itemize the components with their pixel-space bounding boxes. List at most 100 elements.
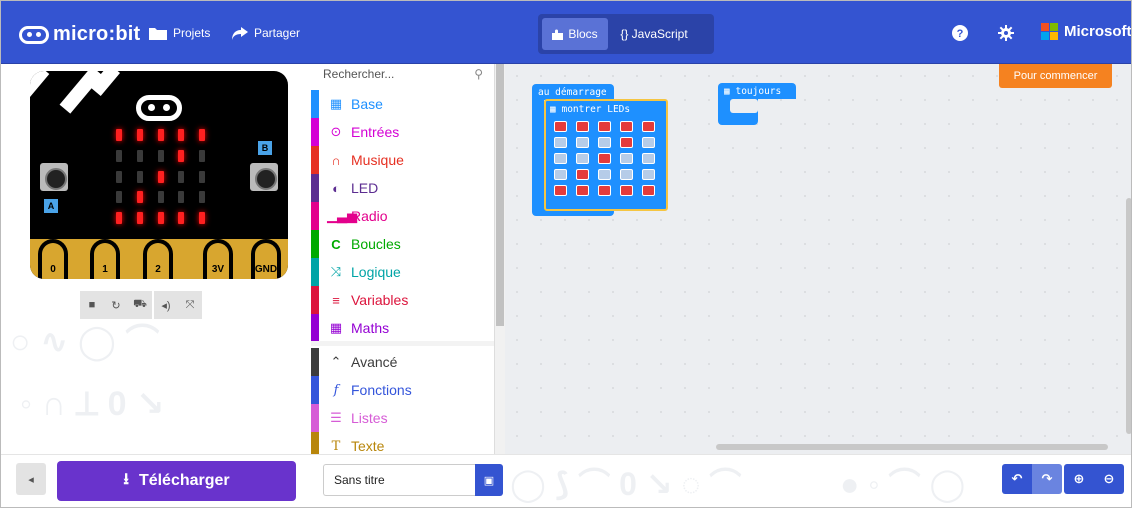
getting-started-button[interactable]: Pour commencer [999,64,1112,88]
download-button[interactable]: ⭳ Télécharger [57,461,296,501]
led-toggle-r1c3[interactable] [620,137,633,148]
microbit-logo[interactable]: micro:bit [19,23,140,46]
category-label: Fonctions [351,382,412,398]
zoom-out-button[interactable]: ⊖ [1094,464,1124,494]
pin-2[interactable]: 2 [143,239,173,279]
share-button[interactable]: Partager [232,26,300,40]
help-icon[interactable]: ? [952,25,968,41]
led-toggle-r2c2[interactable] [598,153,611,164]
redo-icon: ↷ [1041,471,1053,486]
led-toggle-r2c0[interactable] [554,153,567,164]
undo-button[interactable]: ↶ [1002,464,1032,494]
category-lists[interactable]: ☰ Listes [311,404,494,432]
led-editor-grid[interactable] [554,121,664,201]
chevron-up-icon: ⌃ [330,354,342,369]
led-toggle-r0c2[interactable] [598,121,611,132]
led-toggle-r3c4[interactable] [642,169,655,180]
tab-blocks[interactable]: Blocs [542,18,608,50]
workspace-vertical-scrollbar[interactable] [1126,198,1132,434]
pin-gnd[interactable]: GND [251,239,281,279]
led-toggle-r1c0[interactable] [554,137,567,148]
led-toggle-r0c3[interactable] [620,121,633,132]
led-toggle-r0c4[interactable] [642,121,655,132]
led-r3c1 [136,191,143,204]
led-toggle-r1c4[interactable] [642,137,655,148]
button-b-label: B [258,141,272,155]
debug-icon[interactable]: ⛟ [128,291,152,319]
led-toggle-r1c2[interactable] [598,137,611,148]
projects-button[interactable]: Projets [149,26,210,40]
category-advanced[interactable]: ⌃ Avancé [311,348,494,376]
category-text[interactable]: T Texte [311,432,494,454]
led-toggle-r4c4[interactable] [642,185,655,196]
category-math[interactable]: ▦ Maths [311,314,494,342]
led-toggle-r4c0[interactable] [554,185,567,196]
pin-1[interactable]: 1 [90,239,120,279]
category-music[interactable]: ∩ Musique [311,146,494,174]
category-label: Listes [351,410,388,426]
project-name-input[interactable]: Sans titre [323,464,475,496]
toolbox-scroll-thumb[interactable] [496,64,504,326]
button-b[interactable] [250,163,278,191]
pin-3v[interactable]: 3V [203,239,233,279]
led-r3c4 [199,191,206,204]
settings-gear-icon[interactable] [998,25,1014,41]
zoom-in-button[interactable]: ⊕ [1064,464,1094,494]
led-toggle-r0c0[interactable] [554,121,567,132]
category-led[interactable]: ◐ LED [311,174,494,202]
logo-text: micro:bit [53,23,141,45]
toolbox-divider [311,341,494,346]
toolbox-search-input[interactable]: Rechercher... ⚲ [323,67,483,85]
list-icon: ☰ [330,410,342,425]
led-toggle-r3c3[interactable] [620,169,633,180]
category-color-bar [311,230,319,258]
led-toggle-r4c1[interactable] [576,185,589,196]
led-toggle-r3c2[interactable] [598,169,611,180]
led-r4c0 [116,212,122,225]
category-variables[interactable]: ≡ Variables [311,286,494,314]
led-r2c1 [136,170,143,183]
workspace-horizontal-scrollbar[interactable] [716,444,1108,450]
category-logic[interactable]: ⤨ Logique [311,258,494,286]
led-toggle-r1c1[interactable] [576,137,589,148]
restart-icon[interactable]: ↻ [104,291,128,319]
led-toggle-r4c2[interactable] [598,185,611,196]
category-inputs[interactable]: ⊙ Entrées [311,118,494,146]
led-toggle-r3c1[interactable] [576,169,589,180]
redo-button[interactable]: ↷ [1032,464,1062,494]
shuffle-icon: ⤨ [330,264,342,279]
fullscreen-icon[interactable]: ⤧ [178,291,202,319]
microbit-board: A B 0 1 2 3V GND [30,71,288,279]
microsoft-label: Microsoft [1064,23,1132,40]
led-toggle-r2c4[interactable] [642,153,655,164]
led-r2c0 [116,170,122,183]
text-icon: T [331,438,341,454]
mute-icon[interactable]: ◂) [154,291,178,319]
simulator-panel: ○ ∿ ◯ ⌒ ◦ ∩ ⟂ 0 ↘ A B 0 1 2 3V GND ■ ↻ ⛟… [0,64,311,454]
show-leds-block[interactable]: ▦ montrer LEDs [544,99,668,211]
led-toggle-r3c0[interactable] [554,169,567,180]
led-toggle-r0c1[interactable] [576,121,589,132]
led-toggle-r4c3[interactable] [620,185,633,196]
save-button[interactable]: ▣ [475,464,503,496]
button-a[interactable] [40,163,68,191]
category-label: Entrées [351,124,400,140]
collapse-simulator-button[interactable]: ◂ [16,463,46,495]
on-start-block[interactable]: au démarrage [532,84,614,100]
top-menu-bar: micro:bit Projets Partager Blocs {} Java… [0,0,1132,64]
led-toggle-r2c3[interactable] [620,153,633,164]
category-radio[interactable]: ▁▃▅ Radio [311,202,494,230]
tab-javascript[interactable]: {} JavaScript [608,18,700,50]
category-base[interactable]: ▦ Base [311,90,494,118]
category-color-bar [311,404,319,432]
category-functions[interactable]: f Fonctions [311,376,494,404]
category-loops[interactable]: C Boucles [311,230,494,258]
stop-icon[interactable]: ■ [80,291,104,319]
led-r4c3 [178,212,185,225]
target-icon: ⊙ [330,124,342,139]
pin-0[interactable]: 0 [38,239,68,279]
search-placeholder: Rechercher... [323,67,395,81]
led-r4c2 [157,212,164,225]
led-toggle-r2c1[interactable] [576,153,589,164]
microsoft-logo[interactable]: Microsoft [1041,23,1132,40]
